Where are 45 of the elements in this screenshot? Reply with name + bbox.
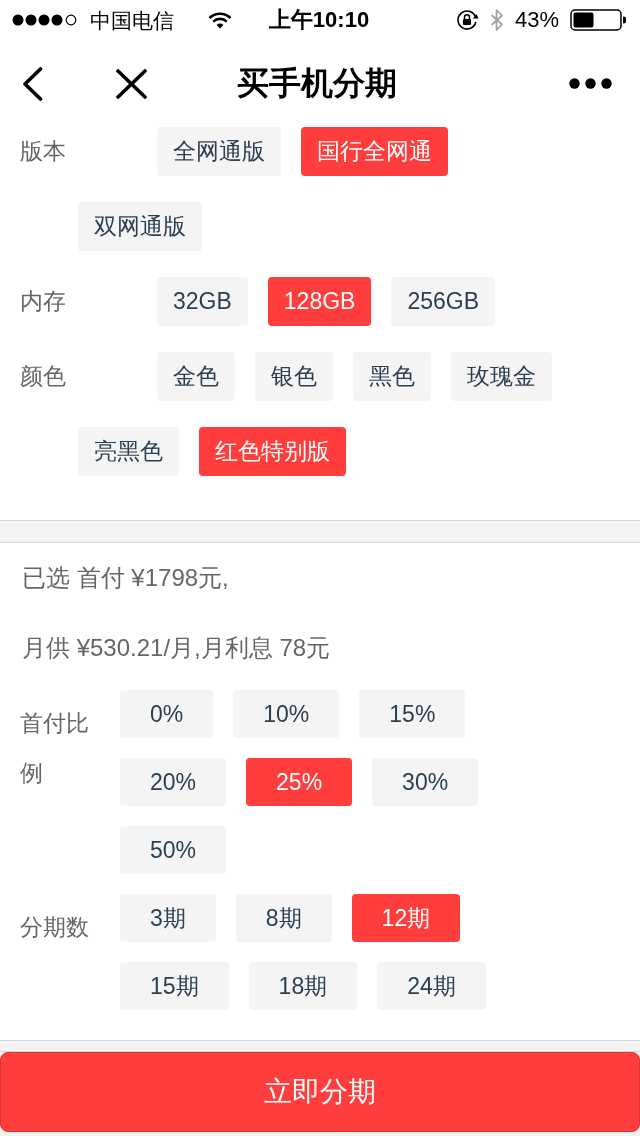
- option-chip[interactable]: 10%: [233, 690, 340, 738]
- battery-icon: [570, 9, 626, 31]
- option-chip[interactable]: 双网通版: [78, 202, 202, 251]
- option-group-label: 版本: [20, 137, 66, 166]
- summary-text: 月供 ¥530.21/月,月利息 78元: [22, 633, 331, 663]
- option-chip[interactable]: 18期: [248, 962, 358, 1010]
- option-chip[interactable]: 12期: [351, 894, 461, 942]
- option-chip[interactable]: 20%: [120, 758, 227, 806]
- option-chip[interactable]: 3期: [120, 894, 216, 942]
- option-chip[interactable]: 玫瑰金: [451, 352, 552, 401]
- option-group-label: 分期数: [20, 914, 89, 940]
- option-chip[interactable]: 32GB: [157, 277, 248, 326]
- carrier-name: 中国电信: [90, 9, 174, 31]
- submit-button[interactable]: 立即分期: [0, 1052, 640, 1132]
- option-chip[interactable]: 25%: [246, 758, 353, 806]
- option-chip[interactable]: 30%: [372, 758, 479, 806]
- option-group-label: 内存: [20, 287, 66, 316]
- more-icon[interactable]: [569, 78, 612, 89]
- wifi-icon: [208, 11, 232, 29]
- option-chip[interactable]: 红色特别版: [199, 427, 346, 476]
- option-chip[interactable]: 国行全网通: [301, 127, 448, 176]
- status-time: 上午10:10: [268, 9, 370, 31]
- option-chip[interactable]: 0%: [120, 690, 214, 738]
- option-chip[interactable]: 金色: [157, 352, 235, 401]
- battery-percent: 43%: [514, 9, 559, 31]
- bluetooth-icon: [489, 8, 504, 32]
- signal-icon: [12, 14, 78, 26]
- option-group-label: 首付比例: [20, 710, 89, 786]
- option-chip[interactable]: 15%: [359, 690, 466, 738]
- option-chip[interactable]: 全网通版: [157, 127, 281, 176]
- option-chip[interactable]: 8期: [235, 894, 332, 942]
- option-chip[interactable]: 银色: [255, 352, 333, 401]
- option-chip[interactable]: 15期: [120, 962, 229, 1010]
- option-chip[interactable]: 50%: [120, 826, 227, 874]
- option-chip[interactable]: 亮黑色: [78, 427, 179, 476]
- close-icon[interactable]: [116, 68, 147, 99]
- option-chip[interactable]: 256GB: [391, 277, 496, 326]
- page-title: 买手机分期: [237, 63, 397, 103]
- back-icon[interactable]: [22, 66, 43, 101]
- option-chip[interactable]: 128GB: [267, 277, 372, 326]
- option-chip[interactable]: 24期: [377, 962, 486, 1010]
- option-group-label: 颜色: [20, 362, 66, 391]
- summary-text: 已选 首付 ¥1798元,: [22, 563, 229, 593]
- rotation-lock-icon: [455, 9, 479, 31]
- option-chip[interactable]: 黑色: [353, 352, 431, 401]
